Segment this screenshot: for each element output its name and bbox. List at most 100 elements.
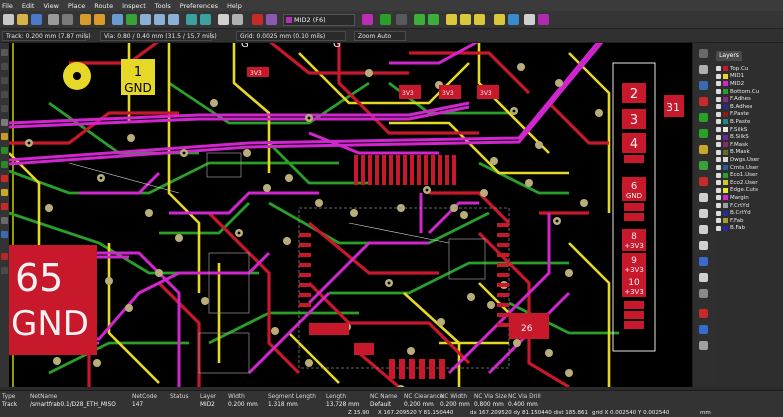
menu-item-place[interactable]: Place — [68, 2, 85, 10]
layer-pair-icon[interactable] — [362, 14, 373, 25]
layer-color-swatch[interactable] — [723, 127, 728, 133]
layer-color-swatch[interactable] — [723, 218, 728, 224]
grid-toggle-icon[interactable] — [1, 63, 8, 70]
tune-diff-icon[interactable] — [474, 14, 485, 25]
layer-visibility-checkbox[interactable] — [716, 81, 721, 87]
search-icon[interactable] — [112, 14, 123, 25]
show-zones-icon[interactable] — [1, 147, 8, 154]
layer-row[interactable]: F.Adhes — [716, 95, 751, 103]
layer-visibility-checkbox[interactable] — [716, 203, 721, 209]
menu-item-route[interactable]: Route — [94, 2, 113, 10]
zoom-select[interactable]: Zoom Auto — [354, 31, 406, 41]
layer-row[interactable]: B.Mask — [716, 149, 750, 157]
add-zone-icon[interactable] — [699, 161, 708, 170]
layer-row[interactable]: F.SilkS — [716, 126, 747, 134]
layer-color-swatch[interactable] — [723, 187, 728, 193]
router-settings-icon[interactable] — [508, 14, 519, 25]
layer-row[interactable]: Margin — [716, 194, 749, 202]
layer-color-swatch[interactable] — [723, 157, 728, 163]
layers-tab[interactable]: Layers — [716, 51, 742, 61]
layer-visibility-checkbox[interactable] — [716, 165, 721, 171]
layer-visibility-checkbox[interactable] — [716, 134, 721, 140]
python-icon[interactable] — [396, 14, 407, 25]
layer-color-swatch[interactable] — [723, 73, 728, 79]
layer-color-swatch[interactable] — [723, 149, 728, 155]
undo-icon[interactable] — [80, 14, 91, 25]
layer-color-swatch[interactable] — [723, 210, 728, 216]
redo-icon[interactable] — [94, 14, 105, 25]
pad-sketch-icon[interactable] — [1, 175, 8, 182]
layer-row[interactable]: MID1 — [716, 73, 744, 81]
netlist-icon[interactable] — [218, 14, 229, 25]
zoom-out-icon[interactable] — [154, 14, 165, 25]
via-size-select[interactable]: Via: 0.80 / 0.40 mm (31.5 / 15.7 mils) — [100, 31, 217, 41]
select-icon[interactable] — [699, 49, 708, 58]
layer-visibility-checkbox[interactable] — [716, 104, 721, 110]
footprint-editor-icon[interactable] — [232, 14, 243, 25]
menu-item-view[interactable]: View — [43, 2, 58, 10]
menu-item-tools[interactable]: Tools — [155, 2, 171, 10]
zoom-fit-icon[interactable] — [168, 14, 179, 25]
add-circle-icon[interactable] — [699, 209, 708, 218]
measure-icon[interactable] — [699, 341, 708, 350]
menu-item-preferences[interactable]: Preferences — [180, 2, 218, 10]
3d-viewer-icon[interactable] — [380, 14, 391, 25]
layer-color-swatch[interactable] — [723, 119, 728, 125]
script-icon[interactable] — [524, 14, 535, 25]
layer-row[interactable]: B.Paste — [716, 118, 750, 126]
local-ratsnest-icon[interactable] — [699, 81, 708, 90]
layer-color-swatch[interactable] — [723, 165, 728, 171]
tune-length-icon[interactable] — [446, 14, 457, 25]
layer-visibility-checkbox[interactable] — [716, 142, 721, 148]
delete-icon[interactable] — [699, 289, 708, 298]
layer-row[interactable]: B.SilkS — [716, 133, 749, 141]
layer-visibility-checkbox[interactable] — [716, 127, 721, 133]
layer-row[interactable]: F.Fab — [716, 217, 744, 225]
layer-color-swatch[interactable] — [723, 172, 728, 178]
layer-visibility-checkbox[interactable] — [716, 180, 721, 186]
track-sketch-icon[interactable] — [1, 203, 8, 210]
add-arc-icon[interactable] — [699, 225, 708, 234]
layer-color-swatch[interactable] — [723, 111, 728, 117]
layer-select[interactable]: MID2 (F6) — [283, 14, 355, 26]
layer-row[interactable]: B.Adhes — [716, 103, 752, 111]
layer-setup-icon[interactable] — [266, 14, 277, 25]
add-target-icon[interactable] — [699, 273, 708, 282]
layer-row[interactable]: F.Paste — [716, 111, 749, 119]
microwave-icon[interactable] — [1, 253, 8, 260]
add-footprint-icon[interactable] — [699, 97, 708, 106]
flip-icon[interactable] — [200, 14, 211, 25]
units-inch-icon[interactable] — [1, 91, 8, 98]
layer-row[interactable]: Cmts.User — [716, 164, 759, 172]
new-board-icon[interactable] — [3, 14, 14, 25]
zoom-in-icon[interactable] — [140, 14, 151, 25]
print-icon[interactable] — [62, 14, 73, 25]
layer-visibility-checkbox[interactable] — [716, 96, 721, 102]
menu-item-inspect[interactable]: Inspect — [122, 2, 146, 10]
grid-select[interactable]: Grid: 0.0025 mm (0.10 mils) — [236, 31, 346, 41]
layer-color-swatch[interactable] — [723, 134, 728, 140]
layer-color-swatch[interactable] — [723, 89, 728, 95]
zoom-refresh-icon[interactable] — [126, 14, 137, 25]
layer-row[interactable]: Dwgs.User — [716, 156, 759, 164]
page-settings-icon[interactable] — [48, 14, 59, 25]
layer-color-swatch[interactable] — [723, 96, 728, 102]
layer-color-swatch[interactable] — [723, 195, 728, 201]
layer-color-swatch[interactable] — [723, 225, 728, 231]
layer-visibility-checkbox[interactable] — [716, 218, 721, 224]
layer-color-swatch[interactable] — [723, 104, 728, 110]
layer-row[interactable]: Eco2.User — [716, 179, 758, 187]
layer-visibility-checkbox[interactable] — [716, 187, 721, 193]
menu-item-edit[interactable]: Edit — [22, 2, 35, 10]
layer-visibility-checkbox[interactable] — [716, 111, 721, 117]
layer-row[interactable]: B.Fab — [716, 225, 745, 233]
zone-outline-icon[interactable] — [1, 161, 8, 168]
layer-row[interactable]: Top.Cu — [716, 65, 748, 73]
menu-item-help[interactable]: Help — [227, 2, 242, 10]
polar-coords-icon[interactable] — [1, 77, 8, 84]
tune-skew-icon[interactable] — [460, 14, 471, 25]
route-track-icon[interactable] — [699, 113, 708, 122]
open-icon[interactable] — [17, 14, 28, 25]
layer-row[interactable]: Bottom.Cu — [716, 88, 759, 96]
layer-visibility-checkbox[interactable] — [716, 66, 721, 72]
